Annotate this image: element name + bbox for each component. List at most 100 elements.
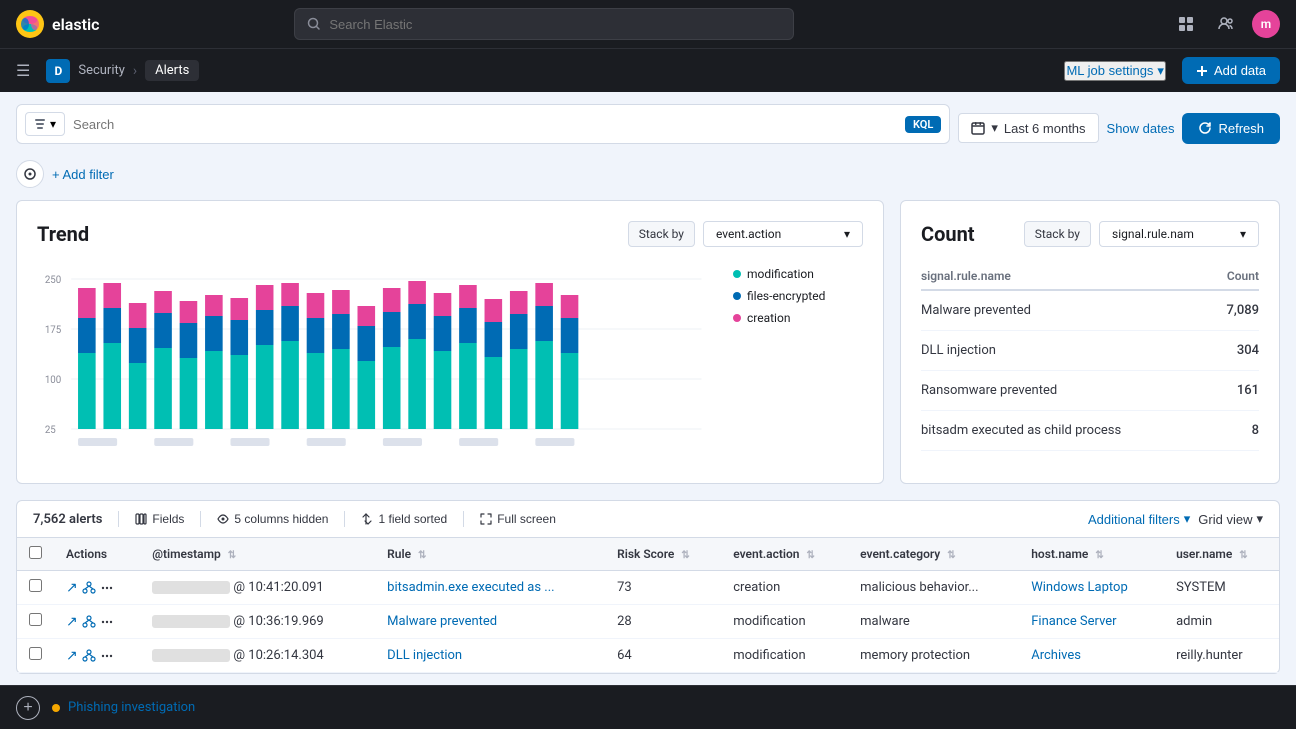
- additional-filters-button[interactable]: Additional filters ▾: [1088, 511, 1190, 527]
- table-row: ↗ ██████████: [17, 639, 1279, 673]
- rule-link[interactable]: DLL injection: [387, 648, 462, 663]
- grid-view-button[interactable]: Grid view ▾: [1198, 511, 1263, 527]
- host-name-link[interactable]: Archives: [1031, 648, 1081, 663]
- avatar[interactable]: m: [1252, 10, 1280, 38]
- timestamp-time: @ 10:41:20.091: [233, 580, 323, 595]
- more-icon[interactable]: [100, 615, 114, 629]
- count-table-row: Ransomware prevented161: [921, 371, 1259, 411]
- case-status-dot: [52, 704, 60, 712]
- table-header-username[interactable]: user.name ⇅: [1164, 538, 1279, 571]
- rule-link[interactable]: bitsadmin.exe executed as ...: [387, 580, 554, 595]
- show-dates-button[interactable]: Show dates: [1107, 121, 1175, 136]
- legend-modification: modification: [733, 267, 863, 281]
- row-checkbox-cell: [17, 605, 54, 639]
- row-rule: Malware prevented: [375, 605, 605, 639]
- elastic-logo-text: elastic: [52, 15, 99, 34]
- sort-icon: ⇅: [947, 550, 955, 561]
- row-event-action: creation: [721, 571, 848, 605]
- svg-text:100: 100: [45, 375, 61, 386]
- trend-stack-by-select[interactable]: event.action ▾: [703, 221, 863, 247]
- expand-icon[interactable]: ↗: [66, 614, 78, 630]
- toolbar-sep-1: [118, 511, 119, 527]
- trend-stack-by-label: Stack by: [628, 221, 695, 247]
- grid-icon-btn[interactable]: [1172, 10, 1200, 38]
- breadcrumb-separator: ›: [133, 63, 137, 79]
- timestamp-blur: ██████████: [152, 649, 230, 662]
- sort-icon: ⇅: [806, 550, 814, 561]
- row-timestamp: ██████████ @ 10:36:19.969: [140, 605, 375, 639]
- expand-icon[interactable]: ↗: [66, 580, 78, 596]
- case-link[interactable]: Phishing investigation: [68, 700, 195, 715]
- calendar-icon: [971, 121, 985, 135]
- chevron-down-icon: ▾: [991, 120, 998, 136]
- table-header-eventaction[interactable]: event.action ⇅: [721, 538, 848, 571]
- trend-bar-chart: 250 175 100 25: [37, 263, 721, 463]
- kql-badge: KQL: [905, 116, 941, 133]
- columns-hidden-button[interactable]: 5 columns hidden: [217, 512, 328, 526]
- legend-creation: creation: [733, 311, 863, 325]
- row-actions: ↗: [66, 614, 128, 630]
- rule-link[interactable]: Malware prevented: [387, 614, 497, 629]
- table-header-actions: Actions: [54, 538, 140, 571]
- search-filter-input[interactable]: [73, 117, 897, 132]
- toolbar-sep-2: [200, 511, 201, 527]
- row-checkbox[interactable]: [29, 647, 42, 660]
- breadcrumb-security[interactable]: Security: [78, 63, 125, 78]
- host-name-link[interactable]: Finance Server: [1031, 614, 1116, 629]
- table-row: ↗ ██████████: [17, 605, 1279, 639]
- host-name-link[interactable]: Windows Laptop: [1031, 580, 1128, 595]
- table-header-timestamp[interactable]: @timestamp ⇅: [140, 538, 375, 571]
- fullscreen-icon: [480, 513, 492, 525]
- full-screen-button[interactable]: Full screen: [480, 512, 556, 526]
- row-actions: ↗: [66, 580, 128, 596]
- row-event-action: modification: [721, 605, 848, 639]
- count-col-name: signal.rule.name: [921, 263, 1212, 290]
- table-header-hostname[interactable]: host.name ⇅: [1019, 538, 1164, 571]
- table-header-checkbox: [17, 538, 54, 571]
- svg-text:250: 250: [45, 275, 61, 286]
- bottom-bar: + Phishing investigation: [0, 685, 1296, 729]
- table-header-risk-score[interactable]: Risk Score ⇅: [605, 538, 721, 571]
- table-header-rule[interactable]: Rule ⇅: [375, 538, 605, 571]
- row-checkbox[interactable]: [29, 613, 42, 626]
- refresh-button[interactable]: Refresh: [1182, 113, 1280, 144]
- global-search-input[interactable]: [329, 17, 781, 32]
- field-sorted-button[interactable]: 1 field sorted: [361, 512, 447, 526]
- more-icon[interactable]: [100, 649, 114, 663]
- more-icon[interactable]: [100, 581, 114, 595]
- filter-type-button[interactable]: ▾: [25, 112, 65, 136]
- select-all-checkbox[interactable]: [29, 546, 42, 559]
- ml-job-settings-button[interactable]: ML job settings ▾: [1064, 61, 1165, 81]
- row-user-name: reilly.hunter: [1164, 639, 1279, 673]
- network-icon[interactable]: [82, 581, 96, 595]
- table-header-eventcategory[interactable]: event.category ⇅: [848, 538, 1019, 571]
- toolbar-right: Additional filters ▾ Grid view ▾: [1088, 511, 1263, 527]
- breadcrumb-alerts[interactable]: Alerts: [145, 60, 199, 81]
- row-risk-score: 73: [605, 571, 721, 605]
- row-checkbox[interactable]: [29, 579, 42, 592]
- expand-icon[interactable]: ↗: [66, 648, 78, 664]
- row-host-name: Windows Laptop: [1019, 571, 1164, 605]
- people-icon-btn[interactable]: [1212, 10, 1240, 38]
- network-icon[interactable]: [82, 649, 96, 663]
- add-data-button[interactable]: Add data: [1182, 57, 1280, 84]
- filter-settings-button[interactable]: [16, 160, 44, 188]
- hamburger-menu[interactable]: ☰: [16, 61, 30, 80]
- date-range-button[interactable]: ▾ Last 6 months: [958, 113, 1098, 143]
- add-filter-button[interactable]: + Add filter: [52, 167, 114, 182]
- count-table-row: DLL injection304: [921, 331, 1259, 371]
- elastic-logo[interactable]: elastic: [16, 10, 99, 38]
- network-icon[interactable]: [82, 615, 96, 629]
- add-case-button[interactable]: +: [16, 696, 40, 720]
- count-stack-by-select[interactable]: signal.rule.nam ▾: [1099, 221, 1259, 247]
- fields-button[interactable]: Fields: [135, 512, 184, 526]
- row-risk-score: 64: [605, 639, 721, 673]
- chevron-down-icon: ▾: [1240, 227, 1246, 241]
- table-row: ↗ ██████████: [17, 571, 1279, 605]
- global-search-bar[interactable]: [294, 8, 794, 40]
- eye-icon: [217, 513, 229, 525]
- row-checkbox-cell: [17, 571, 54, 605]
- charts-row: Trend Stack by event.action ▾ 250 175 10…: [16, 200, 1280, 484]
- row-timestamp: ██████████ @ 10:26:14.304: [140, 639, 375, 673]
- trend-chart-area: 250 175 100 25: [37, 263, 863, 463]
